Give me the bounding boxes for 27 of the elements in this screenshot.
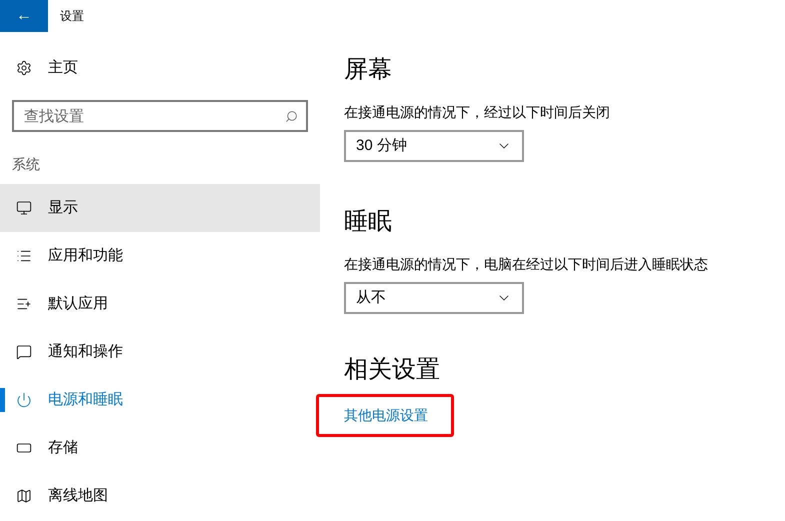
section-description: 在接通电源的情况下，经过以下时间后关闭 — [344, 103, 611, 122]
monitor-icon — [16, 200, 32, 216]
nav-item[interactable]: 应用和功能 — [0, 232, 320, 280]
nav-item[interactable]: 通知和操作 — [0, 328, 320, 376]
search-field[interactable]: 查找设置 — [12, 100, 308, 132]
section-heading: 屏幕 — [344, 55, 393, 85]
section-heading: 相关设置 — [344, 355, 441, 385]
nav-item[interactable]: 存储 — [0, 424, 320, 472]
section-description: 在接通电源的情况下，电脑在经过以下时间后进入睡眠状态 — [344, 255, 709, 274]
search-icon — [285, 110, 298, 123]
speech-bubble-icon — [16, 344, 32, 360]
back-button[interactable]: ← — [0, 0, 48, 32]
map-icon — [16, 488, 32, 504]
nav-item[interactable]: 显示 — [0, 184, 320, 232]
power-settings-link[interactable]: 其他电源设置 — [344, 405, 428, 426]
home-nav-item[interactable]: 主页 — [0, 44, 320, 92]
section-label: 系统 — [12, 155, 41, 174]
dropdown[interactable]: 30 分钟 — [344, 130, 524, 162]
list-icon — [16, 296, 32, 312]
power-icon — [16, 392, 32, 408]
gear-icon — [16, 60, 32, 76]
nav-item[interactable]: 电源和睡眠 — [0, 376, 320, 424]
nav-item[interactable]: 离线地图 — [0, 472, 320, 520]
section-heading: 睡眠 — [344, 207, 393, 237]
dropdown[interactable]: 从不 — [344, 282, 524, 314]
window-title: 设置 — [60, 8, 84, 25]
nav-item[interactable]: 默认应用 — [0, 280, 320, 328]
